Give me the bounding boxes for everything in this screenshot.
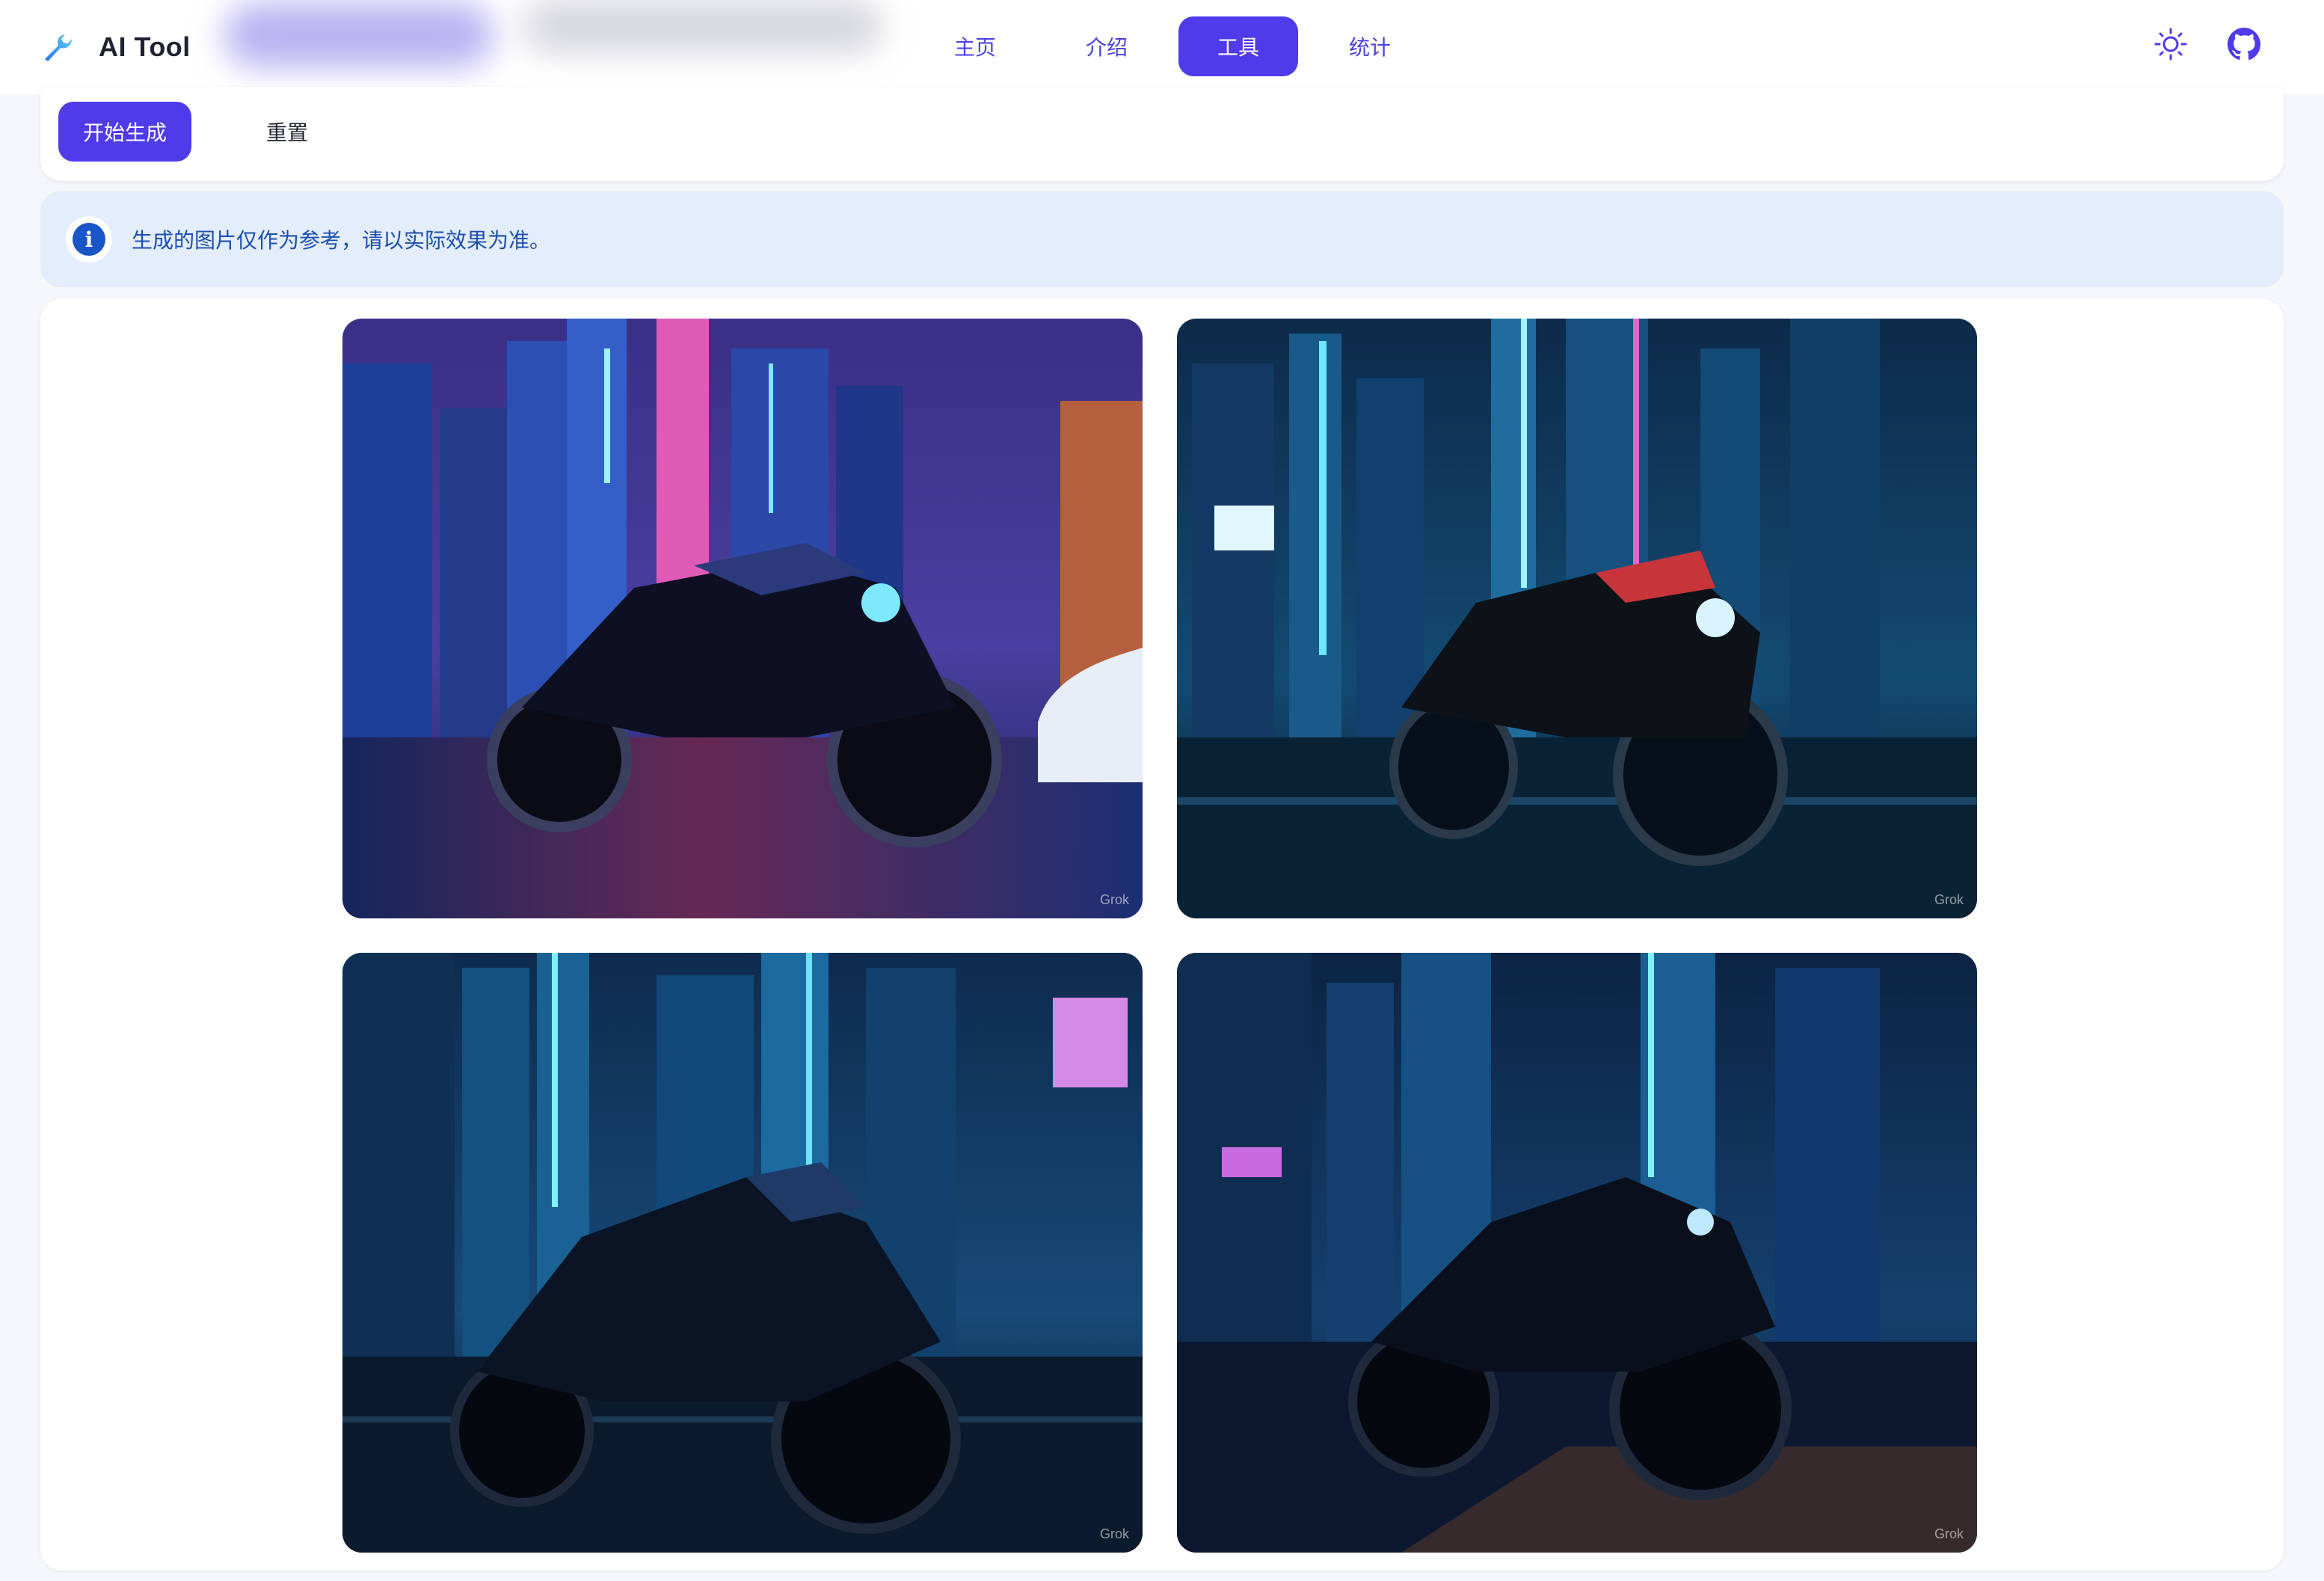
top-actions (2152, 25, 2263, 63)
motorcycle-city-image (342, 319, 1143, 918)
generated-image-3[interactable]: Grok (342, 953, 1143, 1553)
blurred-region (224, 3, 494, 67)
nav-intro[interactable]: 介绍 (1047, 16, 1166, 76)
top-navbar: AI Tool 主页 介绍 工具 统计 (0, 0, 2324, 94)
motorcycle-city-image (1177, 953, 1977, 1553)
image-watermark: Grok (1934, 1526, 1964, 1541)
generate-button[interactable]: 开始生成 (58, 102, 191, 162)
reset-button[interactable]: 重置 (227, 102, 347, 162)
nav-stats[interactable]: 统计 (1310, 16, 1430, 76)
app-name: AI Tool (99, 31, 191, 62)
github-link-button[interactable] (2225, 25, 2263, 63)
generated-image-4[interactable]: Grok (1177, 953, 1977, 1553)
nav-home[interactable]: 主页 (915, 16, 1035, 76)
main-nav: 主页 介绍 工具 统计 (915, 16, 1430, 76)
controls-panel: 开始生成 重置 (40, 87, 2284, 181)
generated-image-2[interactable]: Grok (1177, 319, 1977, 918)
nav-tools[interactable]: 工具 (1178, 16, 1298, 76)
info-icon: i (66, 216, 112, 263)
image-watermark: Grok (1099, 1526, 1129, 1541)
github-icon (2227, 27, 2261, 61)
theme-toggle-button[interactable] (2152, 25, 2189, 63)
generated-image-1[interactable]: Grok (342, 319, 1143, 918)
info-banner: i 生成的图片仅作为参考，请以实际效果为准。 (40, 191, 2284, 287)
info-message: 生成的图片仅作为参考，请以实际效果为准。 (132, 229, 551, 252)
motorcycle-city-image (1177, 319, 1977, 918)
blurred-region (523, 0, 882, 52)
motorcycle-city-image (342, 953, 1143, 1553)
brand[interactable]: AI Tool (40, 27, 191, 67)
wrench-icon (45, 34, 72, 61)
image-watermark: Grok (1934, 892, 1964, 907)
image-gallery: Grok Grok Grok Grok (40, 299, 2284, 1571)
sun-icon (2154, 28, 2187, 61)
image-watermark: Grok (1099, 892, 1129, 907)
